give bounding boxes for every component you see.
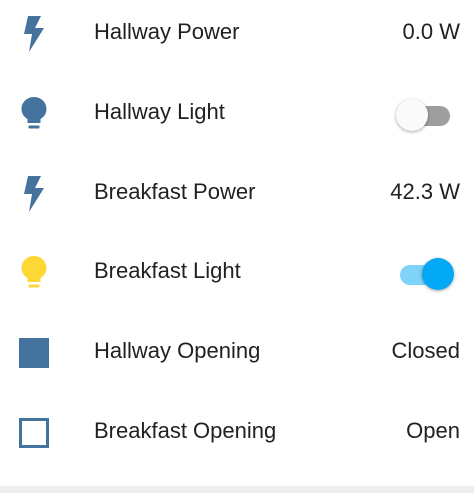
light-toggle-switch[interactable] (396, 257, 454, 291)
card-bottom-divider (0, 486, 474, 493)
lightning-bolt-icon (14, 14, 54, 54)
toggle-thumb[interactable] (422, 258, 454, 290)
entity-label: Hallway Opening (94, 338, 261, 363)
entity-label: Breakfast Power (94, 179, 256, 204)
entity-label: Breakfast Opening (94, 418, 277, 443)
entity-row-hallway-power[interactable]: Hallway Power 0.0 W (0, 2, 474, 62)
entity-row-hallway-opening[interactable]: Hallway Opening Closed (0, 321, 474, 381)
light-toggle-switch[interactable] (396, 98, 454, 132)
entity-row-hallway-light[interactable]: Hallway Light (0, 82, 474, 142)
entity-label: Hallway Power (94, 19, 240, 44)
lightbulb-icon (14, 94, 54, 134)
entity-row-breakfast-power[interactable]: Breakfast Power 42.3 W (0, 162, 474, 222)
entity-state: Closed (391, 338, 460, 363)
entity-state: 0.0 W (402, 19, 460, 44)
entity-state: Open (406, 418, 460, 443)
entity-label: Breakfast Light (94, 258, 241, 283)
lightbulb-icon (14, 253, 54, 293)
toggle-thumb[interactable] (396, 99, 428, 131)
entity-row-breakfast-light[interactable]: Breakfast Light (0, 241, 474, 301)
filled-square-icon (14, 333, 54, 373)
entity-row-breakfast-opening[interactable]: Breakfast Opening Open (0, 401, 474, 461)
entity-state: 42.3 W (390, 179, 460, 204)
empty-square-icon (14, 413, 54, 453)
lightning-bolt-icon (14, 174, 54, 214)
entity-label: Hallway Light (94, 99, 225, 124)
